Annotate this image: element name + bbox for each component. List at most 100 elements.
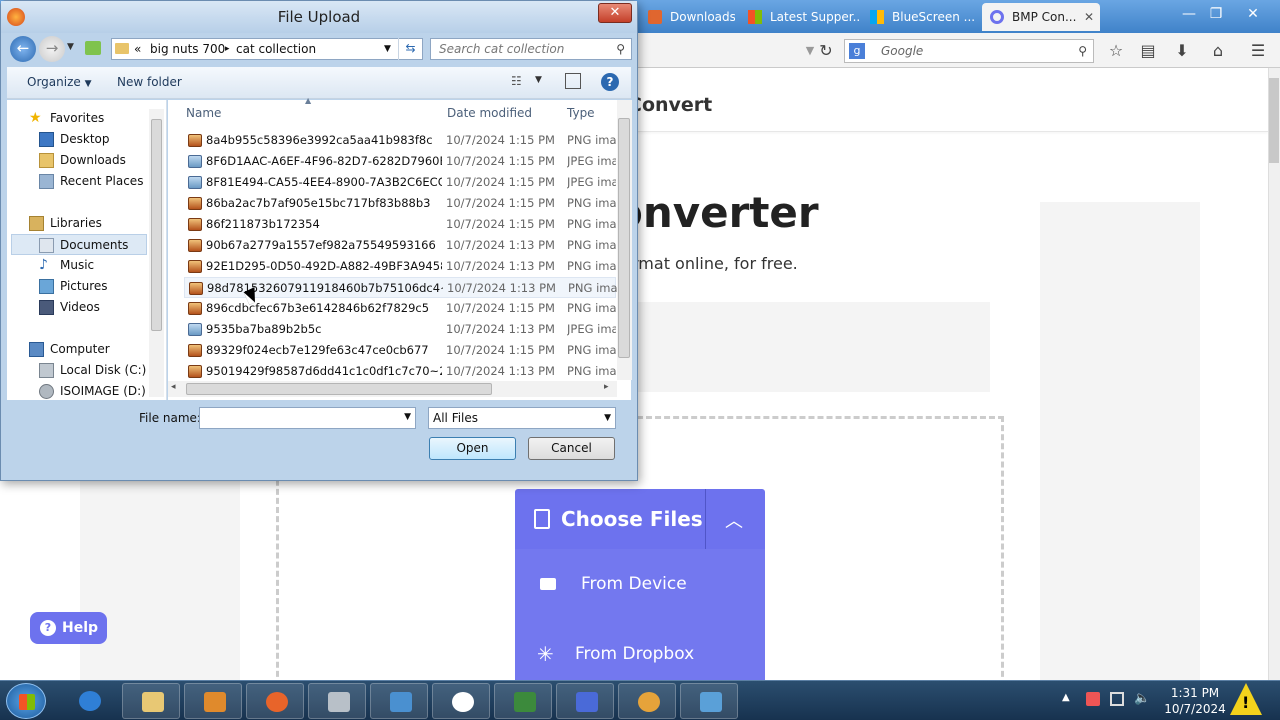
new-folder-button[interactable]: New folder (117, 75, 182, 89)
forward-button[interactable]: → (39, 36, 65, 62)
back-button[interactable]: ← (10, 36, 36, 62)
address-bar[interactable]: « big nuts 700 ▸ cat collection ▼ ⇆ (111, 38, 423, 60)
nav-scrollbar-thumb[interactable] (151, 119, 162, 331)
filter-dropdown-icon[interactable]: ▼ (604, 408, 611, 428)
file-explorer-icon[interactable] (122, 683, 180, 719)
search-icon[interactable]: ⚲ (616, 39, 625, 59)
column-header-name[interactable]: Name (186, 106, 221, 120)
computer-icon (29, 342, 44, 357)
file-row[interactable]: 92E1D295-0D50-492D-A882-49BF3A945872 10/7… (184, 256, 616, 277)
preview-pane-icon[interactable] (565, 73, 581, 89)
breadcrumb-overflow[interactable]: « (134, 39, 141, 59)
tab-downloads[interactable]: Downloads (640, 3, 735, 31)
download-icon (648, 10, 662, 24)
firefox-icon[interactable] (246, 683, 304, 719)
music-icon: ♪ (39, 257, 48, 273)
tray-expand-icon[interactable]: ▲ (1062, 692, 1070, 703)
recent-locations-icon[interactable]: ▼ (67, 42, 74, 52)
column-header-date[interactable]: Date modified (447, 106, 532, 120)
network-icon[interactable] (1110, 692, 1124, 706)
google-icon: g (849, 43, 865, 59)
up-folder-icon[interactable] (85, 41, 101, 55)
scroll-left-icon[interactable]: ◂ (171, 382, 176, 392)
close-tab-icon[interactable]: ✕ (1084, 3, 1094, 31)
view-options-icon[interactable]: ☷ (511, 74, 522, 88)
dialog-titlebar[interactable]: File Upload ✕ (1, 1, 637, 33)
panda-icon[interactable] (432, 683, 490, 719)
organize-button[interactable]: Organize ▼ (27, 75, 92, 89)
reading-list-icon[interactable]: ▤ (1138, 41, 1158, 61)
chevron-up-icon[interactable]: ︿ (725, 507, 743, 533)
control-panel-icon[interactable] (370, 683, 428, 719)
breadcrumb-big-nuts-700[interactable]: big nuts 700 (150, 39, 225, 59)
close-window-button[interactable]: ✕ (1240, 4, 1266, 24)
home-icon[interactable]: ⌂ (1208, 41, 1228, 61)
bookmark-star-icon[interactable]: ☆ (1106, 41, 1126, 61)
file-row[interactable]: 9535ba7ba89b2b5c 10/7/2024 1:13 PM JPEG im… (184, 319, 616, 340)
file-type: JPEG image (567, 154, 616, 168)
choose-files-button[interactable]: Choose Files ︿ (515, 489, 765, 549)
open-button[interactable]: Open (429, 437, 516, 460)
media-player-icon[interactable] (184, 683, 242, 719)
cancel-button[interactable]: Cancel (528, 437, 615, 460)
globe-icon[interactable] (618, 683, 676, 719)
site-nav-convert[interactable]: Convert (628, 94, 712, 116)
volume-muted-icon[interactable]: 🔈 (1134, 691, 1150, 706)
scroll-right-icon[interactable]: ▸ (604, 382, 609, 392)
drive-icon[interactable] (308, 683, 366, 719)
file-name: 8a4b955c58396e3992ca5aa41b983f8c (206, 133, 433, 147)
help-button[interactable]: ? Help (30, 612, 107, 644)
address-dropdown-icon[interactable]: ▼ (384, 39, 391, 59)
tab-label: Downloads (670, 10, 735, 24)
action-center-flag-icon[interactable] (1086, 692, 1100, 706)
from-device-option[interactable]: From Device (515, 554, 765, 614)
file-row[interactable]: 95019429f98587d6dd41c1c0df1c7c70~2 10/7/2… (184, 361, 616, 382)
window-app-icon[interactable] (680, 683, 738, 719)
file-row[interactable]: 86f211873b172354 10/7/2024 1:15 PM PNG ima… (184, 214, 616, 235)
page-scrollbar-thumb[interactable] (1269, 78, 1279, 163)
search-icon[interactable]: ⚲ (1078, 40, 1087, 62)
file-row[interactable]: 8F6D1AAC-A6EF-4F96-82D7-6282D7960B... 10/… (184, 151, 616, 172)
file-row[interactable]: 8a4b955c58396e3992ca5aa41b983f8c 10/7/202… (184, 130, 616, 151)
from-dropbox-option[interactable]: ✳ From Dropbox (515, 624, 765, 684)
search-input[interactable]: g Google ⚲ (844, 39, 1094, 63)
warning-exclaim: ! (1242, 693, 1250, 712)
file-list-vscrollbar-thumb[interactable] (618, 118, 630, 358)
menu-label: From Dropbox (575, 644, 695, 664)
minimize-button[interactable]: — (1176, 4, 1202, 24)
file-row[interactable]: 89329f024ecb7e129fe63c47ce0cb677 10/7/202… (184, 340, 616, 361)
monitor-icon[interactable] (494, 683, 552, 719)
star-tool-icon[interactable] (556, 683, 614, 719)
dialog-close-button[interactable]: ✕ (598, 3, 632, 23)
png-file-icon (188, 197, 202, 210)
chevron-right-icon[interactable]: ▸ (225, 39, 230, 59)
tab-latest-supper[interactable]: Latest Supper... (740, 3, 860, 31)
file-name-dropdown-icon[interactable]: ▼ (404, 412, 411, 422)
menu-icon[interactable]: ☰ (1248, 41, 1268, 61)
internet-explorer-icon[interactable] (60, 683, 118, 719)
png-file-icon (188, 302, 202, 315)
help-icon[interactable]: ? (601, 73, 619, 91)
download-arrow-icon[interactable]: ⬇ (1172, 41, 1192, 61)
view-dropdown-icon[interactable]: ▼ (535, 75, 542, 85)
file-list-hscrollbar-thumb[interactable] (186, 383, 492, 395)
system-clock[interactable]: 1:31 PM 10/7/2024 (1160, 685, 1230, 717)
refresh-icon[interactable]: ⇆ (398, 38, 422, 60)
dropbox-icon: ✳ (537, 642, 554, 666)
search-input[interactable]: Search cat collection ⚲ (430, 38, 632, 60)
nav-documents[interactable]: Documents (11, 234, 147, 255)
tab-bmp-converter[interactable]: BMP Con... ✕ (982, 3, 1100, 31)
disc-drive-icon (39, 384, 54, 399)
file-row[interactable]: 8F81E494-CA55-4EE4-8900-7A3B2C6ECC01 10/7… (184, 172, 616, 193)
file-type: PNG image (567, 217, 616, 231)
column-header-type[interactable]: Type (567, 106, 595, 120)
start-button[interactable] (6, 683, 46, 719)
file-name-input[interactable]: ▼ (199, 407, 416, 429)
reload-icon[interactable]: ↻ (816, 41, 836, 61)
maximize-button[interactable]: ❐ (1203, 4, 1229, 24)
breadcrumb-cat-collection[interactable]: cat collection (236, 39, 316, 59)
file-row[interactable]: 86ba2ac7b7af905e15bc717bf83b88b3 10/7/202… (184, 193, 616, 214)
file-row[interactable]: 90b67a2779a1557ef982a75549593166 10/7/202… (184, 235, 616, 256)
file-type-filter[interactable]: All Files ▼ (428, 407, 616, 429)
tab-bluescreen[interactable]: BlueScreen ... (862, 3, 980, 31)
